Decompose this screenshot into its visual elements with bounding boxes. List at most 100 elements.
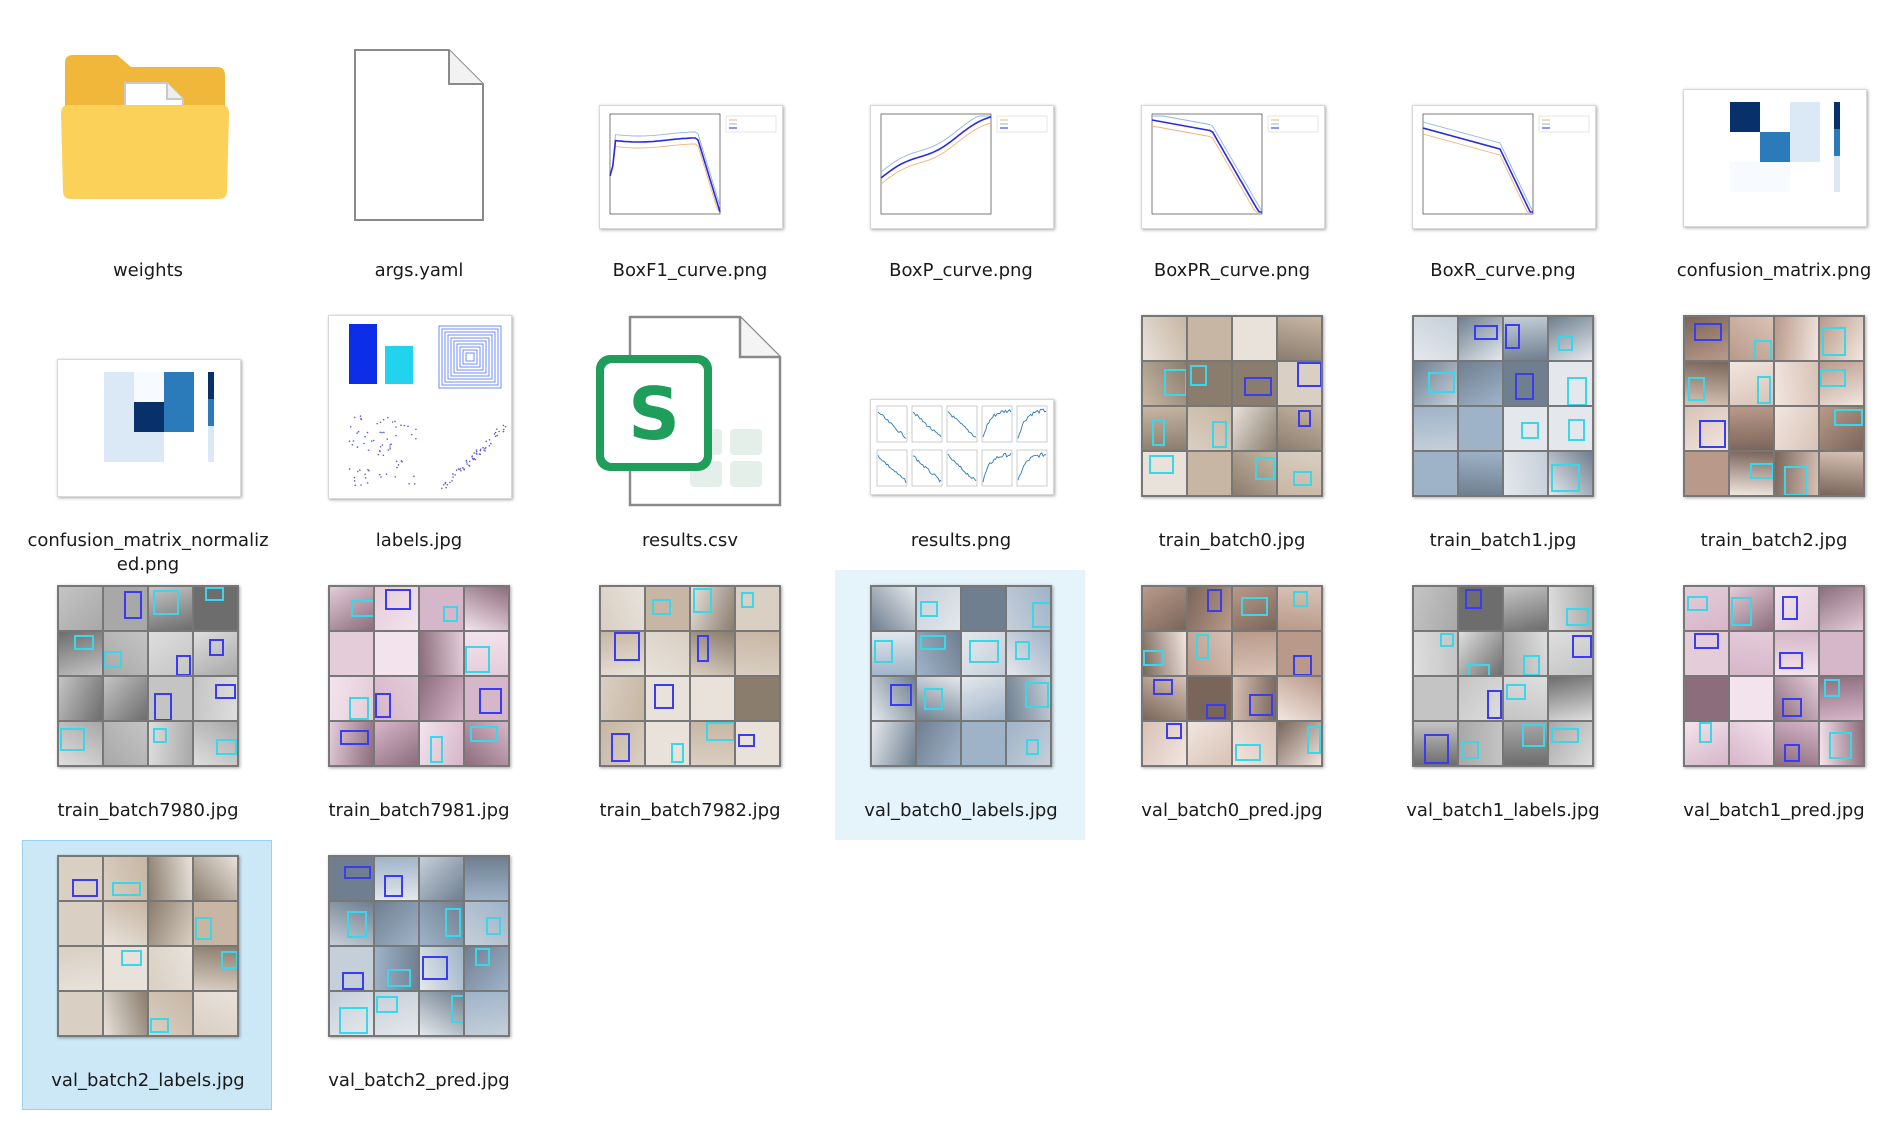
curve-plot-thumbnail (599, 105, 783, 229)
file-item-results-csv[interactable]: Sresults.csv (564, 300, 814, 570)
file-name-label: results.png (910, 530, 1012, 551)
folder-icon (61, 55, 229, 199)
image-grid-cell (1007, 677, 1050, 720)
file-item-val-batch0-labels-jpg[interactable]: val_batch0_labels.jpg (835, 570, 1085, 840)
image-grid-cell (1233, 587, 1276, 630)
file-item-results-png[interactable]: results.png (835, 300, 1085, 570)
bounding-box (1206, 589, 1223, 613)
image-grid-cell (1278, 362, 1321, 405)
image-grid-cell (104, 857, 147, 900)
file-name-label: train_batch0.jpg (1158, 530, 1306, 551)
bounding-box (1486, 690, 1502, 719)
image-grid-cell (1459, 677, 1502, 720)
file-name-label: results.csv (642, 530, 738, 551)
file-item-boxp-curve-png[interactable]: BoxP_curve.png (835, 30, 1085, 300)
labels-thumbnail (328, 315, 512, 499)
file-item-confusion-matrix-png[interactable]: confusion_matrix.png (1648, 30, 1898, 300)
file-item-train-batch7980-jpg[interactable]: train_batch7980.jpg (22, 570, 272, 840)
file-item-train-batch2-jpg[interactable]: train_batch2.jpg (1648, 300, 1898, 570)
file-item-val-batch1-pred-jpg[interactable]: val_batch1_pred.jpg (1648, 570, 1898, 840)
image-grid-cell (872, 632, 915, 675)
image-grid-cell (375, 947, 418, 990)
file-item-val-batch1-labels-jpg[interactable]: val_batch1_labels.jpg (1377, 570, 1627, 840)
image-grid-cell (962, 632, 1005, 675)
image-grid-cell (1278, 587, 1321, 630)
file-name-label: labels.jpg (375, 530, 463, 551)
file-item-args-yaml[interactable]: args.yaml (293, 30, 543, 300)
file-thumbnail (1107, 301, 1357, 521)
file-thumbnail (1649, 31, 1899, 251)
image-grid-cell (420, 587, 463, 630)
file-item-val-batch2-pred-jpg[interactable]: val_batch2_pred.jpg (293, 840, 543, 1110)
spreadsheet-icon: S (596, 315, 782, 507)
file-thumbnail (1649, 571, 1899, 791)
file-thumbnail (1378, 571, 1628, 791)
image-grid-cell (1278, 317, 1321, 360)
image-grid-cell (1775, 632, 1818, 675)
file-thumbnail (23, 301, 273, 521)
image-grid-cell (465, 902, 508, 945)
file-item-train-batch1-jpg[interactable]: train_batch1.jpg (1377, 300, 1627, 570)
bounding-box (1148, 455, 1175, 474)
image-grid-cell (1188, 407, 1231, 450)
bounding-box (969, 639, 999, 664)
file-item-confusion-matrix-normalized-png[interactable]: confusion_matrix_normalized.png (22, 300, 273, 575)
image-grid-cell (1233, 722, 1276, 765)
file-item-train-batch0-jpg[interactable]: train_batch0.jpg (1106, 300, 1356, 570)
image-grid-thumbnail (1141, 585, 1323, 767)
image-grid-cell (194, 947, 237, 990)
bounding-box (1834, 409, 1863, 426)
bounding-box (149, 1017, 170, 1034)
image-grid-cell (59, 902, 102, 945)
bounding-box (1687, 595, 1708, 612)
bounding-box (1032, 601, 1050, 629)
image-grid-cell (1233, 407, 1276, 450)
image-grid-cell (1278, 722, 1321, 765)
image-grid-thumbnail (1683, 315, 1865, 497)
image-grid-cell (149, 632, 192, 675)
image-grid-cell (1685, 722, 1728, 765)
file-item-labels-jpg[interactable]: labels.jpg (293, 300, 543, 570)
bounding-box (465, 646, 491, 673)
image-grid-cell (194, 632, 237, 675)
file-item-val-batch0-pred-jpg[interactable]: val_batch0_pred.jpg (1106, 570, 1356, 840)
image-grid-cell (1820, 677, 1863, 720)
image-grid-cell (149, 722, 192, 765)
image-grid-cell (104, 677, 147, 720)
file-name-label: BoxPR_curve.png (1153, 260, 1311, 281)
file-item-boxpr-curve-png[interactable]: BoxPR_curve.png (1106, 30, 1356, 300)
file-item-train-batch7981-jpg[interactable]: train_batch7981.jpg (293, 570, 543, 840)
file-item-weights[interactable]: weights (22, 30, 272, 300)
image-grid-cell (1278, 677, 1321, 720)
bounding-box (1151, 419, 1166, 446)
bounding-box (920, 601, 939, 618)
bounding-box (671, 743, 685, 764)
bounding-box (1166, 723, 1182, 740)
file-item-boxr-curve-png[interactable]: BoxR_curve.png (1377, 30, 1627, 300)
file-item-train-batch7982-jpg[interactable]: train_batch7982.jpg (564, 570, 814, 840)
image-grid-cell (1685, 587, 1728, 630)
file-item-boxf1-curve-png[interactable]: BoxF1_curve.png (564, 30, 814, 300)
file-name-label: confusion_matrix.png (1676, 260, 1872, 281)
bounding-box (195, 916, 212, 940)
image-grid-cell (917, 587, 960, 630)
results-plots-thumbnail (870, 399, 1054, 495)
image-grid-cell (1459, 587, 1502, 630)
image-grid-cell (1143, 722, 1186, 765)
image-grid-cell (194, 857, 237, 900)
image-grid-cell (736, 587, 779, 630)
image-grid-cell (1730, 677, 1773, 720)
curve-plot-thumbnail (1141, 105, 1325, 229)
image-grid-cell (736, 722, 779, 765)
bounding-box (693, 588, 712, 614)
image-grid-cell (1775, 362, 1818, 405)
file-name-label: val_batch1_pred.jpg (1683, 800, 1865, 821)
image-grid-cell (917, 677, 960, 720)
image-grid-cell (1143, 587, 1186, 630)
image-grid-cell (1007, 632, 1050, 675)
image-grid-cell (1188, 632, 1231, 675)
bounding-box (60, 728, 86, 751)
bounding-box (1699, 722, 1713, 744)
image-grid-cell (420, 857, 463, 900)
file-item-val-batch2-labels-jpg[interactable]: val_batch2_labels.jpg (22, 840, 272, 1110)
